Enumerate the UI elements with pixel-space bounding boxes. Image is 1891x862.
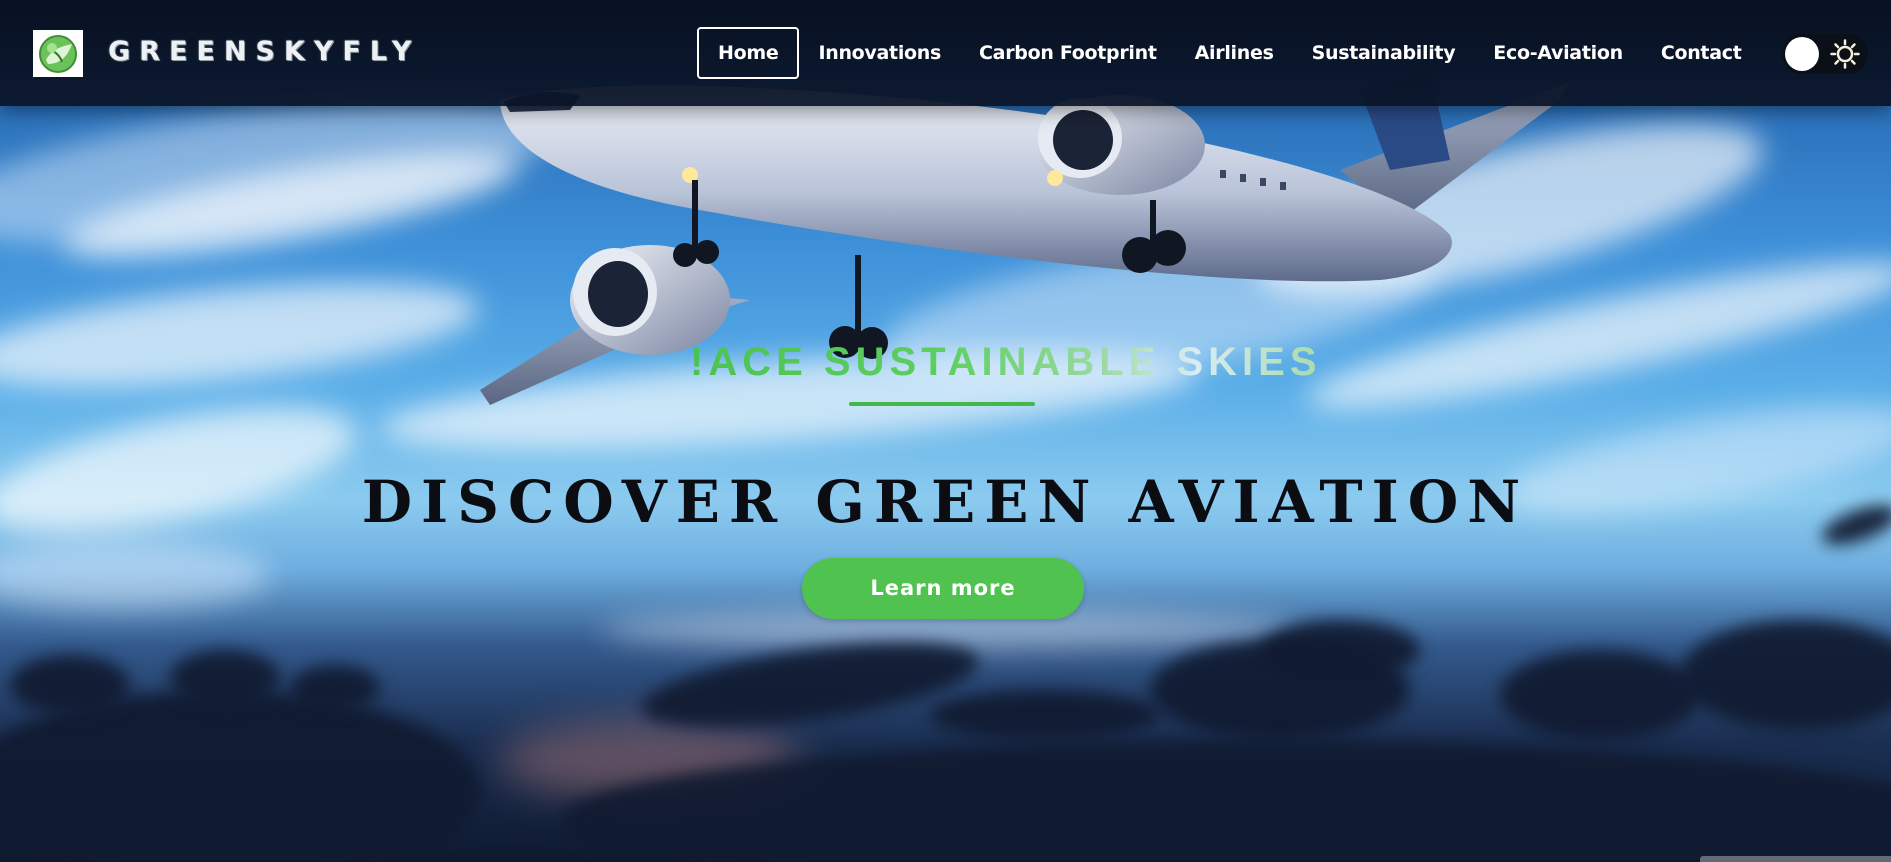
navbar: GREENSKYFLY Home Innovations Carbon Foot…	[0, 0, 1891, 106]
hero-subtitle-underline	[849, 402, 1035, 406]
right-engine-fan	[1053, 110, 1113, 170]
nav-menu: Home Innovations Carbon Footprint Airlin…	[697, 26, 1761, 80]
landing-light	[1047, 170, 1063, 186]
nav-item-airlines[interactable]: Airlines	[1176, 27, 1293, 79]
green-globe-leaf-icon	[39, 34, 77, 73]
logo[interactable]	[33, 30, 83, 77]
corner-watermark	[1700, 856, 1891, 862]
dark-cloud	[0, 690, 480, 862]
dark-cloud	[10, 655, 130, 715]
sun-icon	[1830, 39, 1860, 69]
dark-cloud	[1680, 620, 1891, 730]
dark-cloud	[930, 690, 1160, 740]
nav-item-eco-aviation[interactable]: Eco-Aviation	[1474, 27, 1642, 79]
nav-item-sustainability[interactable]: Sustainability	[1293, 27, 1475, 79]
nav-item-innovations[interactable]: Innovations	[799, 27, 960, 79]
learn-more-button[interactable]: Learn more	[802, 558, 1084, 619]
page: !ACE SUSTAINABLE SKIES DISCOVER GREEN AV…	[0, 0, 1891, 862]
theme-toggle[interactable]	[1782, 34, 1868, 74]
dark-cloud	[170, 650, 280, 705]
dark-cloud	[290, 665, 380, 710]
brand-name[interactable]: GREENSKYFLY	[108, 36, 420, 67]
dark-cloud	[1260, 620, 1420, 680]
cloud-wisp	[0, 263, 484, 407]
nav-item-carbon-footprint[interactable]: Carbon Footprint	[960, 27, 1176, 79]
hero-title: DISCOVER GREEN AVIATION	[361, 468, 1530, 536]
nav-item-contact[interactable]: Contact	[1642, 27, 1761, 79]
cloud-wisp	[0, 540, 270, 610]
dark-cloud	[1500, 650, 1700, 740]
left-engine-fan	[588, 261, 648, 327]
toggle-knob	[1785, 37, 1819, 71]
hero-subtitle: !ACE SUSTAINABLE SKIES	[690, 340, 1322, 384]
nav-item-home[interactable]: Home	[697, 27, 800, 79]
hero-subtitle-container: !ACE SUSTAINABLE SKIES	[690, 340, 1330, 390]
